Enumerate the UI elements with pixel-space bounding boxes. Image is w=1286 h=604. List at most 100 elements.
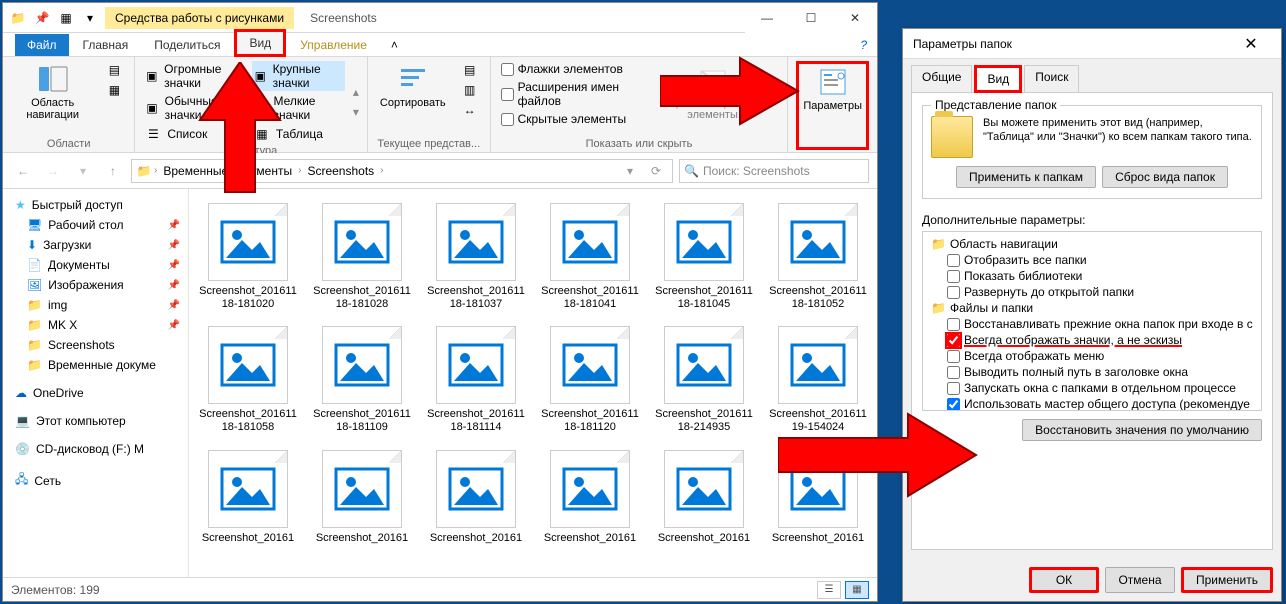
tree-always-show-icons[interactable]: Всегда отображать значки, а не эскизы (927, 332, 1257, 348)
sidebar-screenshots[interactable]: 📁Screenshots (3, 335, 188, 355)
cancel-button[interactable]: Отмена (1105, 567, 1175, 593)
navigation-pane-button[interactable]: Область навигации (11, 61, 94, 136)
recent-dropdown[interactable]: ▾ (71, 159, 95, 183)
tree-always-show-menus[interactable]: Всегда отображать меню (927, 348, 1257, 364)
layout-large[interactable]: ▣Крупные значки (252, 61, 345, 91)
item-checkboxes-toggle[interactable]: Флажки элементов (499, 61, 638, 77)
up-button[interactable]: ↑ (101, 159, 125, 183)
add-columns-button[interactable]: ▥ (458, 81, 482, 99)
tab-manage[interactable]: Управление (288, 34, 379, 56)
pin-icon[interactable]: 📌 (33, 9, 51, 27)
sidebar-documents[interactable]: 📄Документы📌 (3, 255, 188, 275)
tree-show-all-folders[interactable]: Отобразить все папки (927, 252, 1257, 268)
tree-nav-area[interactable]: 📁Область навигации (927, 236, 1257, 252)
refresh-button[interactable]: ⟳ (644, 159, 668, 183)
sidebar-desktop[interactable]: 🖥Рабочий стол📌 (3, 215, 188, 235)
file-item[interactable]: Screenshot_20161118-181028 (309, 199, 415, 314)
layout-medium[interactable]: ▣Обычные значки (143, 93, 244, 123)
breadcrumb-segment[interactable]: Screenshots (303, 162, 378, 180)
dialog-tab-view[interactable]: Вид (974, 65, 1022, 93)
tree-expand-to-open[interactable]: Развернуть до открытой папки (927, 284, 1257, 300)
close-button[interactable]: ✕ (833, 3, 877, 33)
sidebar-temp-docs[interactable]: 📁Временные докуме (3, 355, 188, 375)
tab-file[interactable]: Файл (15, 34, 69, 56)
forward-button[interactable]: → (41, 159, 65, 183)
layout-extra-large[interactable]: ▣Огромные значки (143, 61, 244, 91)
hidden-items-toggle[interactable]: Скрытые элементы (499, 111, 638, 127)
reset-folders-button[interactable]: Сброс вида папок (1102, 166, 1228, 188)
sidebar-onedrive[interactable]: ☁OneDrive (3, 383, 188, 403)
tab-share[interactable]: Поделиться (142, 34, 232, 56)
tab-view[interactable]: Вид (234, 29, 286, 57)
file-extensions-toggle[interactable]: Расширения имен файлов (499, 79, 638, 109)
file-item[interactable]: Screenshot_20161118-181052 (765, 199, 871, 314)
file-item[interactable]: Screenshot_20161 (423, 446, 529, 549)
layout-scroll-down[interactable]: ▾ (353, 105, 359, 119)
details-view-button[interactable]: ☰ (817, 581, 841, 599)
file-item[interactable]: Screenshot_20161 (765, 446, 871, 549)
sidebar-this-pc[interactable]: 💻Этот компьютер (3, 411, 188, 431)
layout-list[interactable]: ☰Список (143, 125, 244, 143)
file-item[interactable]: Screenshot_20161118-214935 (651, 322, 757, 437)
file-item[interactable]: Screenshot_20161118-181114 (423, 322, 529, 437)
sidebar-downloads[interactable]: ⬇Загрузки📌 (3, 235, 188, 255)
icons-view-button[interactable]: ▦ (845, 581, 869, 599)
file-item[interactable]: Screenshot_20161119-154024 (765, 322, 871, 437)
preview-pane-button[interactable]: ▤ (102, 61, 126, 79)
details-pane-button[interactable]: ▦ (102, 81, 126, 99)
apply-to-folders-button[interactable]: Применить к папкам (956, 166, 1096, 188)
address-dropdown[interactable]: ▾ (618, 159, 642, 183)
file-item[interactable]: Screenshot_20161118-181037 (423, 199, 529, 314)
hide-selected-button[interactable]: Скрыть выбранные элементы (646, 61, 780, 136)
file-item[interactable]: Screenshot_20161 (537, 446, 643, 549)
search-input[interactable]: 🔍 Поиск: Screenshots (679, 159, 869, 183)
tree-use-sharing-wizard[interactable]: Использовать мастер общего доступа (реко… (927, 396, 1257, 411)
file-item[interactable]: Screenshot_20161 (195, 446, 301, 549)
file-item[interactable]: Screenshot_20161118-181058 (195, 322, 301, 437)
dropdown-icon[interactable]: ▾ (81, 9, 99, 27)
dialog-close-button[interactable]: ✕ (1231, 34, 1271, 54)
layout-scroll-up[interactable]: ▴ (353, 85, 359, 99)
file-item[interactable]: Screenshot_20161118-181045 (651, 199, 757, 314)
ok-button[interactable]: ОК (1029, 567, 1099, 593)
sidebar-quick-access[interactable]: ★Быстрый доступ (3, 195, 188, 215)
tree-files-and-folders[interactable]: 📁Файлы и папки (927, 300, 1257, 316)
file-item[interactable]: Screenshot_20161118-181041 (537, 199, 643, 314)
tree-separate-process[interactable]: Запускать окна с папками в отдельном про… (927, 380, 1257, 396)
back-button[interactable]: ← (11, 159, 35, 183)
collapse-ribbon-button[interactable]: ˄ (381, 34, 408, 56)
file-item[interactable]: Screenshot_20161118-181109 (309, 322, 415, 437)
file-thumbnail (778, 326, 858, 404)
sidebar-pictures[interactable]: 🖼Изображения📌 (3, 275, 188, 295)
group-by-button[interactable]: ▤ (458, 61, 482, 79)
tab-home[interactable]: Главная (71, 34, 141, 56)
sidebar-mkx[interactable]: 📁MK X📌 (3, 315, 188, 335)
file-item[interactable]: Screenshot_20161 (651, 446, 757, 549)
apply-button[interactable]: Применить (1181, 567, 1273, 593)
properties-icon[interactable]: ▦ (57, 9, 75, 27)
layout-small[interactable]: ▫Мелкие значки (252, 93, 345, 123)
size-columns-button[interactable]: ↔ (458, 101, 482, 119)
sidebar-cd-drive[interactable]: 💿CD-дисковод (F:) M (3, 439, 188, 459)
tree-display-full-path[interactable]: Выводить полный путь в заголовке окна (927, 364, 1257, 380)
sidebar-img[interactable]: 📁img📌 (3, 295, 188, 315)
breadcrumb-segment[interactable]: Временные документы (159, 162, 296, 180)
dialog-tab-search[interactable]: Поиск (1024, 65, 1079, 93)
minimize-button[interactable]: — (745, 3, 789, 33)
help-icon[interactable]: ? (850, 34, 877, 56)
restore-defaults-button[interactable]: Восстановить значения по умолчанию (1022, 419, 1262, 441)
advanced-settings-tree[interactable]: 📁Область навигации Отобразить все папки … (922, 231, 1262, 411)
tree-show-libraries[interactable]: Показать библиотеки (927, 268, 1257, 284)
files-pane[interactable]: Screenshot_20161118-181020Screenshot_201… (189, 189, 877, 577)
file-item[interactable]: Screenshot_20161 (309, 446, 415, 549)
options-button[interactable]: Параметры (796, 61, 869, 150)
dialog-tab-general[interactable]: Общие (911, 65, 972, 93)
file-item[interactable]: Screenshot_20161118-181120 (537, 322, 643, 437)
breadcrumb[interactable]: 📁 › Временные документы › Screenshots › … (131, 159, 673, 183)
sort-button[interactable]: Сортировать (376, 61, 450, 136)
layout-tiles[interactable]: ▦Таблица (252, 125, 345, 143)
file-item[interactable]: Screenshot_20161118-181020 (195, 199, 301, 314)
maximize-button[interactable]: ☐ (789, 3, 833, 33)
tree-restore-previous[interactable]: Восстанавливать прежние окна папок при в… (927, 316, 1257, 332)
sidebar-network[interactable]: 🖧Сеть (3, 467, 188, 494)
